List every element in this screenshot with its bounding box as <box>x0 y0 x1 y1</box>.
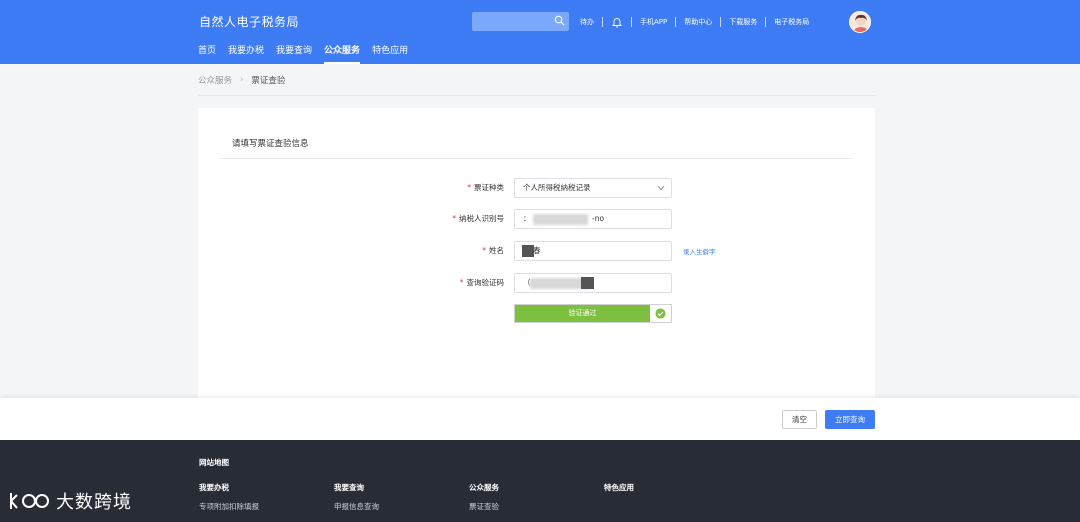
redacted-mask <box>533 214 588 225</box>
footer-heading[interactable]: 公众服务 <box>469 482 499 493</box>
footer-link[interactable]: 专项附加扣除填报 <box>199 501 259 512</box>
divider <box>220 158 852 159</box>
ticket-type-select[interactable]: 个人所得税纳税记录 <box>514 178 672 198</box>
footer-heading[interactable]: 特色应用 <box>604 482 634 493</box>
divider <box>765 17 767 27</box>
slider-captcha[interactable]: 验证通过 <box>514 304 672 323</box>
verify-code-label: * 查询验证码 <box>459 278 504 287</box>
ticket-type-label: * 票证种类 <box>467 183 504 192</box>
action-bar: 清空 立即查询 <box>0 398 1080 440</box>
breadcrumb-parent[interactable]: 公众服务 <box>198 74 232 86</box>
sitemap-title: 网站地图 <box>199 458 229 467</box>
download-link[interactable]: 下载服务 <box>729 17 757 27</box>
site-title[interactable]: 自然人电子税务局 <box>199 13 299 30</box>
search-input[interactable] <box>472 12 569 31</box>
chevron-down-icon <box>657 185 665 191</box>
rare-char-link[interactable]: 录入生僻字 <box>683 246 716 256</box>
verification-card: 请填写票证查验信息 * 票证种类 个人所得税纳税记录 * 纳税人识别号 ： -no … <box>198 108 875 398</box>
top-header: 自然人电子税务局 待办 手机APP 帮助中心 下载服务 电子税务局 首页 我要办… <box>0 0 1080 64</box>
divider <box>720 17 722 27</box>
clear-button[interactable]: 清空 <box>782 410 817 429</box>
redacted-mask <box>581 277 594 289</box>
breadcrumb: 公众服务 › 票证查验 <box>198 74 285 86</box>
watermark: 大数跨境 <box>8 488 132 514</box>
footer-link[interactable]: 票证查验 <box>469 501 499 512</box>
nav-tax-service[interactable]: 我要办税 <box>228 46 264 64</box>
name-value: 春 <box>533 246 541 255</box>
mobile-app-link[interactable]: 手机APP <box>640 17 667 27</box>
check-circle-icon <box>655 308 666 319</box>
footer-link[interactable]: 申报信息查询 <box>334 501 379 512</box>
footer-column: 特色应用 <box>604 482 634 501</box>
footer-heading[interactable]: 我要查询 <box>334 482 379 493</box>
verify-code-input[interactable]: （ <box>514 273 672 293</box>
form-row-name: * 姓名 春 录入生僻字 <box>198 241 875 261</box>
main-nav: 首页 我要办税 我要查询 公众服务 特色应用 <box>198 46 420 64</box>
query-button[interactable]: 立即查询 <box>825 410 875 429</box>
breadcrumb-current: 票证查验 <box>251 76 286 86</box>
footer-column: 公众服务 票证查验 <box>469 482 499 512</box>
taxpayer-id-input[interactable]: ： -no <box>514 209 672 229</box>
footer-column: 我要查询 申报信息查询 <box>334 482 379 512</box>
name-label: * 姓名 <box>482 246 504 255</box>
help-center-link[interactable]: 帮助中心 <box>684 17 712 27</box>
footer: 网站地图 我要办税 专项附加扣除填报 我要查询 申报信息查询 公众服务 票证查验… <box>0 440 1080 522</box>
form-row-ticket-type: * 票证种类 个人所得税纳税记录 <box>198 178 875 198</box>
user-avatar-icon <box>853 14 869 32</box>
chevron-right-icon: › <box>240 75 244 85</box>
form-row-taxpayer-id: * 纳税人识别号 ： -no <box>198 209 875 229</box>
nav-query[interactable]: 我要查询 <box>276 46 312 64</box>
divider <box>675 17 677 27</box>
nav-public-service[interactable]: 公众服务 <box>324 46 361 64</box>
taxpayer-id-label: * 纳税人识别号 <box>452 214 504 223</box>
card-title: 请填写票证查验信息 <box>232 139 309 149</box>
ticket-type-value: 个人所得税纳税记录 <box>523 183 591 192</box>
divider <box>198 95 875 96</box>
avatar[interactable] <box>849 11 871 33</box>
name-input[interactable]: 春 <box>514 241 672 261</box>
watermark-text: 大数跨境 <box>56 492 132 513</box>
footer-heading[interactable]: 我要办税 <box>199 482 259 493</box>
divider <box>631 17 632 27</box>
taxpayer-id-suffix: -no <box>592 214 605 223</box>
watermark-logo-icon <box>10 493 49 509</box>
divider <box>602 17 603 27</box>
todo-link[interactable]: 待办 <box>580 17 594 27</box>
search-icon[interactable] <box>554 15 565 26</box>
nav-featured-apps[interactable]: 特色应用 <box>372 46 408 64</box>
footer-column: 我要办税 专项附加扣除填报 <box>199 482 259 512</box>
slider-status: 验证通过 <box>515 305 650 322</box>
taxpayer-id-prefix: ： <box>523 214 531 223</box>
nav-home[interactable]: 首页 <box>198 46 216 64</box>
top-links: 待办 手机APP 帮助中心 下载服务 电子税务局 <box>580 16 809 28</box>
bell-icon[interactable] <box>611 16 623 28</box>
etax-link[interactable]: 电子税务局 <box>774 17 809 27</box>
form-row-verify-code: * 查询验证码 （ <box>198 273 875 293</box>
